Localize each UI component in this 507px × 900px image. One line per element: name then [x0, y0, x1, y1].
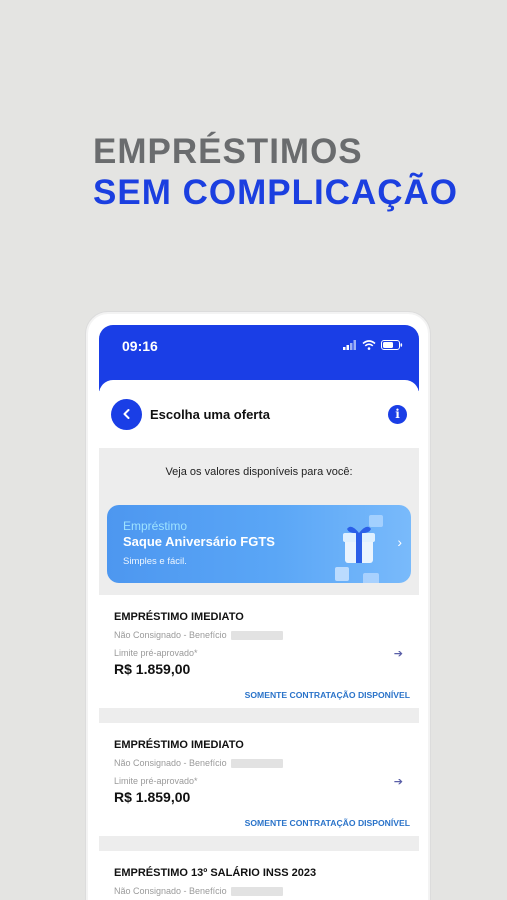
phone-frame: 09:16 Escolha uma oferta i Veja os valor… — [86, 312, 430, 900]
app-screen: 09:16 Escolha uma oferta i Veja os valor… — [99, 325, 419, 900]
arrow-right-icon[interactable]: ➔ — [394, 775, 403, 788]
offer-title: EMPRÉSTIMO IMEDIATO — [114, 739, 244, 751]
info-icon: i — [395, 407, 400, 421]
back-arrow-icon — [123, 409, 129, 419]
gift-icon — [335, 515, 383, 583]
wifi-icon — [362, 340, 376, 350]
offer-title: EMPRÉSTIMO 13º SALÁRIO INSS 2023 — [114, 867, 317, 879]
offer-card[interactable]: EMPRÉSTIMO IMEDIATO Não Consignado - Ben… — [99, 595, 419, 708]
signal-icon — [343, 340, 356, 350]
offer-status: SOMENTE CONTRATAÇÃO DISPONÍVEL — [244, 818, 410, 828]
offer-type-text: Não Consignado - Benefício — [114, 758, 227, 768]
offer-card[interactable]: EMPRÉSTIMO 13º SALÁRIO INSS 2023 Não Con… — [99, 851, 419, 900]
headline-line-2: SEM COMPLICAÇÃO — [93, 173, 458, 212]
offer-type: Não Consignado - Benefício — [114, 630, 283, 641]
offer-card[interactable]: EMPRÉSTIMO IMEDIATO Não Consignado - Ben… — [99, 723, 419, 836]
offer-type: Não Consignado - Benefício — [114, 886, 283, 897]
status-icons — [343, 340, 403, 350]
redacted-benefit-number — [230, 759, 283, 769]
offer-value: R$ 1.859,00 — [114, 661, 191, 677]
offer-value: R$ 1.859,00 — [114, 789, 191, 805]
headline-line-1: EMPRÉSTIMOS — [93, 132, 363, 171]
offer-type-text: Não Consignado - Benefício — [114, 886, 227, 896]
offer-limit-label: Limite pré-aprovado* — [114, 776, 198, 786]
offer-type-text: Não Consignado - Benefício — [114, 630, 227, 640]
status-time: 09:16 — [122, 338, 158, 354]
arrow-right-icon[interactable]: ➔ — [394, 647, 403, 660]
fgts-promo-card[interactable]: Empréstimo Saque Aniversário FGTS Simple… — [107, 505, 411, 583]
redacted-benefit-number — [230, 887, 283, 897]
offer-limit-label: Limite pré-aprovado* — [114, 648, 198, 658]
battery-icon — [381, 340, 403, 350]
promo-title: Saque Aniversário FGTS — [123, 534, 275, 549]
info-button[interactable]: i — [388, 404, 407, 424]
offers-subtitle: Veja os valores disponíveis para você: — [165, 466, 353, 478]
offer-type: Não Consignado - Benefício — [114, 758, 283, 769]
offer-title: EMPRÉSTIMO IMEDIATO — [114, 611, 244, 623]
back-button[interactable] — [111, 398, 142, 430]
redacted-benefit-number — [230, 631, 283, 641]
marketing-headline: EMPRÉSTIMOS SEM COMPLICAÇÃO — [93, 132, 458, 214]
page-title: Escolha uma oferta — [150, 406, 270, 422]
chevron-right-icon: › — [397, 534, 402, 550]
promo-kicker: Empréstimo — [123, 519, 188, 533]
promo-description: Simples e fácil. — [123, 556, 187, 567]
page-header: Escolha uma oferta i — [99, 380, 419, 448]
offer-status: SOMENTE CONTRATAÇÃO DISPONÍVEL — [244, 690, 410, 700]
